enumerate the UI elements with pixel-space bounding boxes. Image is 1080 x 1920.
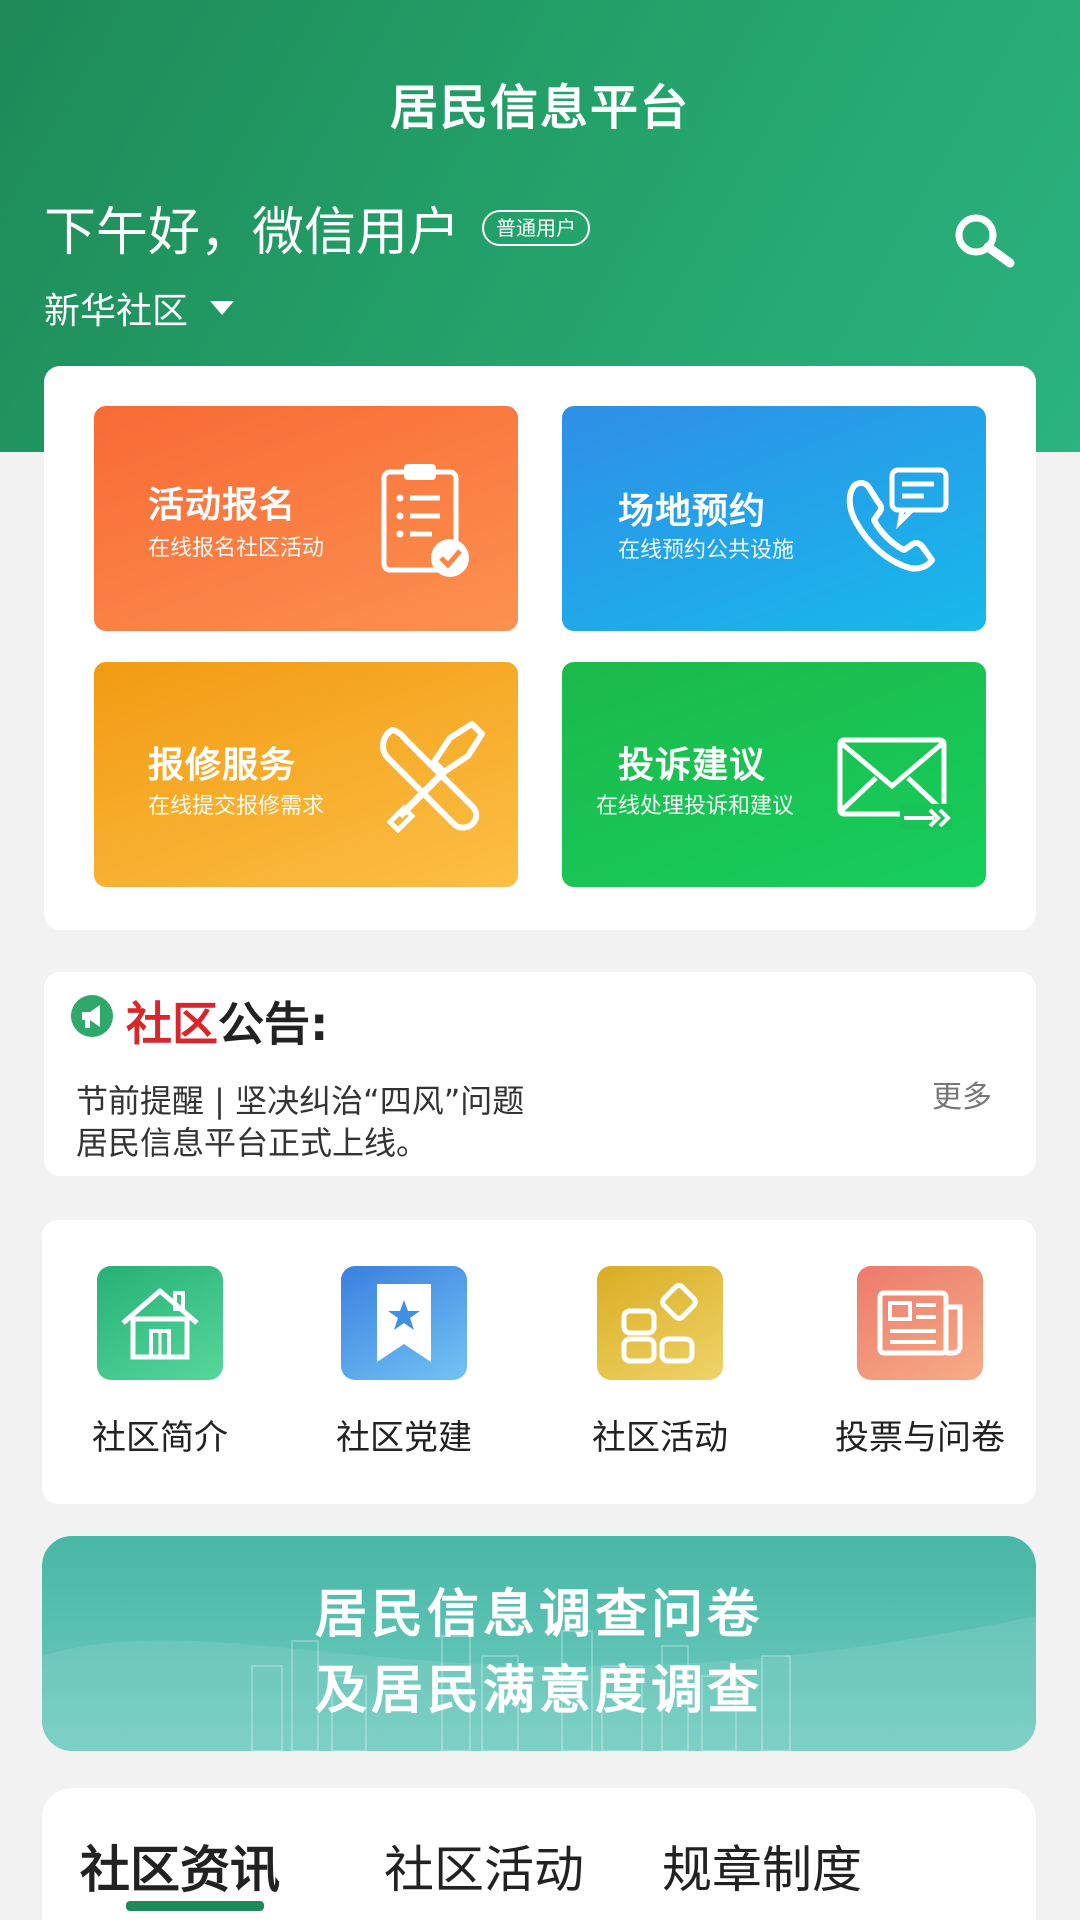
quick-link-activities[interactable]: 社区活动 [560,1266,760,1459]
service-subtitle: 在线提交报修需求 [148,794,325,819]
quick-link-label: 投票与问卷 [835,1418,1005,1458]
service-repair[interactable]: 报修服务 在线提交报修需求 [94,662,518,887]
service-title: 活动报名 [148,485,297,526]
search-button[interactable] [948,205,1020,277]
service-title: 场地预约 [618,491,767,532]
notice-title-highlight: 社区 [126,997,218,1051]
community-name: 新华社区 [44,291,189,332]
service-subtitle: 在线预约公共设施 [618,538,795,563]
quick-link-vote[interactable]: 投票与问卷 [820,1266,1020,1459]
quick-link-label: 社区党建 [336,1418,472,1458]
megaphone-icon [71,995,113,1037]
notice-item[interactable]: 节前提醒 | 坚决纠治“四风”问题 [76,1076,524,1122]
banner-title-line2: 及居民满意度调查 [314,1661,763,1721]
chevron-down-icon [210,301,235,315]
service-title: 投诉建议 [618,745,767,786]
service-venue-booking[interactable]: 场地预约 在线预约公共设施 [562,406,986,631]
app-title: 居民信息平台 [389,80,690,136]
notice-title: 社区公告: [126,988,328,1054]
service-title: 报修服务 [148,745,297,786]
tab-regulations[interactable]: 规章制度 [662,1830,862,1902]
more-link[interactable]: 更多 [932,1072,992,1116]
community-selector[interactable]: 新华社区 [44,282,235,334]
survey-banner[interactable]: 居民信息调查问卷 及居民满意度调查 [42,1536,1036,1751]
service-subtitle: 在线处理投诉和建议 [596,794,795,819]
greeting-text: 下午好，微信用户 [44,203,461,263]
mail-forward-icon [837,737,952,830]
search-icon [955,214,1015,268]
house-icon [97,1266,223,1380]
quick-links-panel: 社区简介 社区党建 社区活动 投票与问卷 [42,1220,1036,1504]
newspaper-icon [857,1266,983,1380]
user-role-badge: 普通用户 [482,209,591,246]
bookmark-star-icon [341,1266,467,1380]
services-panel: 活动报名 在线报名社区活动 场地预约 在线预约公共设施 报修服务 在线提交报修需… [44,366,1036,930]
quick-link-party[interactable]: 社区党建 [304,1266,504,1459]
service-complaint[interactable]: 投诉建议 在线处理投诉和建议 [562,662,986,887]
quick-link-intro[interactable]: 社区简介 [60,1266,260,1459]
greeting: 下午好，微信用户 普通用户 [44,190,591,265]
wrench-hammer-icon [380,721,485,834]
grid-apps-icon [597,1266,723,1380]
tab-community-activities[interactable]: 社区活动 [384,1830,584,1902]
active-tab-indicator [126,1901,264,1911]
notice-title-rest: 公告: [218,997,329,1051]
service-subtitle: 在线报名社区活动 [148,536,325,561]
phone-chat-icon [846,467,949,572]
banner-title-line1: 居民信息调查问卷 [314,1585,763,1645]
tab-community-news[interactable]: 社区资讯 [80,1830,280,1902]
news-panel: 社区资讯 社区活动 规章制度 [42,1788,1036,1920]
clipboard-check-icon [381,464,469,577]
quick-link-label: 社区简介 [92,1418,228,1458]
notice-item[interactable]: 居民信息平台正式上线。 [76,1118,428,1164]
quick-link-label: 社区活动 [592,1418,728,1458]
notice-panel: 社区公告: 节前提醒 | 坚决纠治“四风”问题 居民信息平台正式上线。 更多 [44,972,1036,1176]
service-activity-signup[interactable]: 活动报名 在线报名社区活动 [94,406,518,631]
